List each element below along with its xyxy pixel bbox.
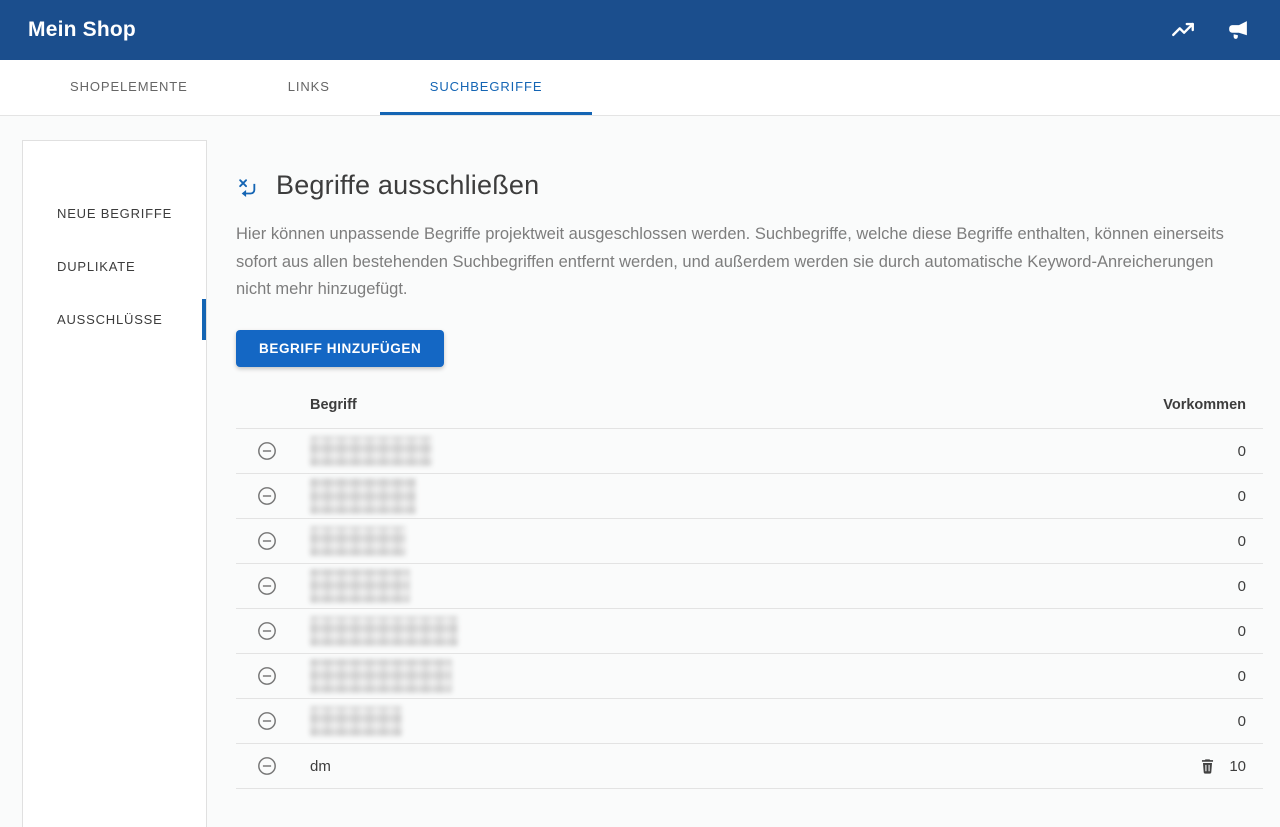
column-header-term: Begriff xyxy=(310,397,357,413)
header-icons xyxy=(1170,17,1250,43)
occurrence-count: 0 xyxy=(1238,533,1246,550)
occurrence-count: 0 xyxy=(1238,443,1246,460)
table-row: 0 xyxy=(236,519,1263,564)
table-row: 0 xyxy=(236,654,1263,699)
page-description: Hier können unpassende Begriffe projektw… xyxy=(236,221,1250,304)
main-content: Begriffe ausschließen Hier können unpass… xyxy=(236,170,1263,789)
occurrence-zone: 0 xyxy=(1238,668,1246,685)
remove-term-icon[interactable] xyxy=(257,531,277,551)
remove-term-icon[interactable] xyxy=(257,621,277,641)
term-cell xyxy=(310,478,1238,514)
table-row: 0 xyxy=(236,429,1263,474)
redacted-term xyxy=(310,706,402,736)
remove-term-icon[interactable] xyxy=(257,441,277,461)
remove-term-icon[interactable] xyxy=(257,486,277,506)
sidebar-item-duplikate[interactable]: DUPLIKATE xyxy=(23,246,206,287)
trend-chart-icon[interactable] xyxy=(1170,17,1196,43)
table-row: 0 xyxy=(236,474,1263,519)
occurrence-count: 0 xyxy=(1238,578,1246,595)
occurrence-count: 0 xyxy=(1238,488,1246,505)
occurrence-zone: 0 xyxy=(1238,578,1246,595)
redacted-term xyxy=(310,436,432,466)
occurrence-zone: 0 xyxy=(1238,488,1246,505)
term-cell xyxy=(310,659,1238,693)
redacted-term xyxy=(310,478,416,514)
table-body: 0 0 0 0 0 0 0 dm 10 xyxy=(236,429,1263,789)
page-title: Begriffe ausschließen xyxy=(276,170,539,201)
sidebar: NEUE BEGRIFFE DUPLIKATE AUSSCHLÜSSE xyxy=(22,140,207,827)
occurrence-count: 10 xyxy=(1229,758,1246,775)
remove-term-icon[interactable] xyxy=(257,666,277,686)
exclude-terms-icon xyxy=(236,177,258,199)
term-cell xyxy=(310,616,1238,646)
term-cell xyxy=(310,526,1238,556)
tab-bar: SHOPELEMENTELINKSSUCHBEGRIFFE xyxy=(0,60,1280,116)
remove-term-icon[interactable] xyxy=(257,711,277,731)
column-header-occurrences: Vorkommen xyxy=(1163,397,1246,413)
megaphone-icon[interactable] xyxy=(1224,17,1250,43)
add-term-button[interactable]: BEGRIFF HINZUFÜGEN xyxy=(236,330,444,367)
exclusions-table: Begriff Vorkommen 0 0 0 0 0 0 0 dm 10 xyxy=(236,397,1263,789)
redacted-term xyxy=(310,569,410,603)
remove-term-icon[interactable] xyxy=(257,756,277,776)
occurrence-zone: 0 xyxy=(1238,443,1246,460)
term-cell xyxy=(310,436,1238,466)
occurrence-zone: 0 xyxy=(1238,533,1246,550)
tab-shopelemente[interactable]: SHOPELEMENTE xyxy=(20,60,238,115)
occurrence-zone: 10 xyxy=(1198,757,1246,776)
page-title-row: Begriffe ausschließen xyxy=(236,170,1263,201)
occurrence-count: 0 xyxy=(1238,668,1246,685)
occurrence-count: 0 xyxy=(1238,713,1246,730)
remove-term-icon[interactable] xyxy=(257,576,277,596)
occurrence-zone: 0 xyxy=(1238,623,1246,640)
app-header: Mein Shop xyxy=(0,0,1280,60)
term-cell: dm xyxy=(310,758,1198,775)
table-row: 0 xyxy=(236,699,1263,744)
occurrence-zone: 0 xyxy=(1238,713,1246,730)
table-row: dm 10 xyxy=(236,744,1263,789)
app-title: Mein Shop xyxy=(28,18,136,42)
redacted-term xyxy=(310,526,406,556)
term-cell xyxy=(310,569,1238,603)
occurrence-count: 0 xyxy=(1238,623,1246,640)
term-cell xyxy=(310,706,1238,736)
delete-icon[interactable] xyxy=(1198,757,1217,776)
tab-suchbegriffe[interactable]: SUCHBEGRIFFE xyxy=(380,60,593,115)
table-row: 0 xyxy=(236,609,1263,654)
tab-links[interactable]: LINKS xyxy=(238,60,380,115)
sidebar-item-neue-begriffe[interactable]: NEUE BEGRIFFE xyxy=(23,193,206,234)
sidebar-item-ausschluesse[interactable]: AUSSCHLÜSSE xyxy=(23,299,206,340)
redacted-term xyxy=(310,616,458,646)
table-header: Begriff Vorkommen xyxy=(236,397,1263,429)
redacted-term xyxy=(310,659,452,693)
sidebar-nav: NEUE BEGRIFFE DUPLIKATE AUSSCHLÜSSE xyxy=(23,193,206,340)
table-row: 0 xyxy=(236,564,1263,609)
